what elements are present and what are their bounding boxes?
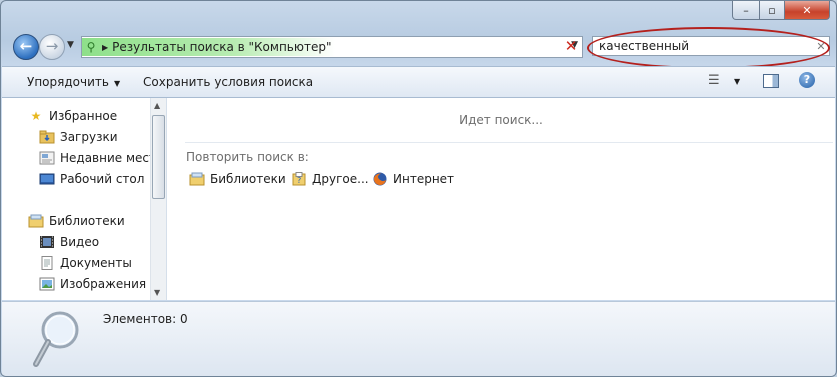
navigation-pane: ★ Избранное Загрузки Недавние места Рабо… (2, 98, 167, 300)
help-icon[interactable]: ? (799, 72, 815, 88)
sidebar-item-libraries[interactable]: Библиотеки (28, 212, 125, 230)
explorer-window: – ▫ ✕ ← → ▼ ⚲ ▶ Результаты поиска в "Ком… (0, 0, 837, 377)
organize-button[interactable]: Упорядочить ▼ (27, 75, 120, 89)
back-button[interactable]: ← (13, 34, 39, 60)
search-icon: ⚲ (86, 40, 96, 54)
scrollbar-thumb[interactable] (152, 115, 165, 199)
firefox-icon (372, 172, 388, 186)
sidebar-item-documents[interactable]: Документы (39, 254, 132, 272)
address-bar[interactable]: ⚲ ▶ Результаты поиска в "Компьютер" ▼ (81, 36, 583, 58)
search-status: Идет поиск... (459, 113, 543, 127)
video-icon (39, 235, 55, 249)
forward-button[interactable]: → (39, 34, 65, 60)
address-path[interactable]: Результаты поиска в "Компьютер" (112, 40, 331, 54)
results-pane: Идет поиск... Повторить поиск в: Библиот… (167, 98, 835, 300)
preview-pane-icon[interactable] (763, 74, 779, 88)
breadcrumb-arrow-icon[interactable]: ▶ (102, 43, 108, 52)
maximize-button[interactable]: ▫ (760, 1, 785, 20)
address-progress: ⚲ ▶ Результаты поиска в "Компьютер" (82, 38, 336, 56)
details-pane: Элементов: 0 (2, 301, 835, 376)
magnifier-icon (32, 310, 86, 370)
documents-icon (39, 256, 55, 270)
sidebar-item-label: Документы (60, 256, 132, 270)
repeat-search-label: Повторить поиск в: (186, 150, 309, 164)
sidebar-item-recent-places[interactable]: Недавние места (39, 149, 163, 167)
repeat-search-libraries[interactable]: Библиотеки (189, 172, 286, 186)
location-label: Библиотеки (210, 172, 286, 186)
location-label: Другое... (312, 172, 369, 186)
location-label: Интернет (393, 172, 455, 186)
downloads-folder-icon (39, 130, 55, 144)
back-arrow-icon: ← (19, 37, 33, 55)
sidebar-item-desktop[interactable]: Рабочий стол (39, 170, 144, 188)
sidebar-item-video[interactable]: Видео (39, 233, 99, 251)
search-input[interactable]: качественный ✕ (592, 36, 830, 56)
sidebar-item-label: Загрузки (60, 130, 118, 144)
sidebar-item-downloads[interactable]: Загрузки (39, 128, 118, 146)
sidebar-item-label: Недавние места (60, 151, 164, 165)
close-button[interactable]: ✕ (785, 1, 830, 20)
pictures-icon (39, 277, 55, 291)
command-bar: Упорядочить ▼ Сохранить условия поиска ☰ … (2, 66, 835, 98)
repeat-search-other[interactable]: ? Другое... (291, 172, 369, 186)
recent-places-icon (39, 151, 55, 165)
sidebar-item-label: Библиотеки (49, 214, 125, 228)
caption-buttons: – ▫ ✕ (732, 1, 830, 20)
scroll-up-icon[interactable]: ▲ (154, 101, 160, 110)
chevron-down-icon: ▼ (113, 79, 121, 88)
sidebar-item-label: Видео (60, 235, 100, 249)
libraries-icon (189, 172, 205, 186)
forward-arrow-icon: → (45, 37, 59, 55)
star-icon: ★ (30, 109, 42, 123)
sidebar-item-label: Избранное (49, 109, 118, 123)
view-options-dropdown-icon[interactable]: ▼ (734, 77, 740, 86)
other-folder-icon: ? (291, 172, 307, 186)
recent-pages-dropdown[interactable]: ▼ (67, 40, 74, 50)
minimize-button[interactable]: – (732, 1, 760, 20)
item-count: Элементов: 0 (103, 312, 188, 326)
svg-text:?: ? (297, 176, 301, 185)
sidebar-item-pictures[interactable]: Изображения (39, 275, 146, 293)
libraries-icon (28, 214, 44, 228)
save-search-button[interactable]: Сохранить условия поиска (143, 75, 313, 89)
organize-label: Упорядочить (27, 75, 109, 89)
navigation-row: ← → ▼ ⚲ ▶ Результаты поиска в "Компьютер… (9, 31, 831, 61)
sidebar-item-label: Рабочий стол (60, 172, 145, 186)
desktop-icon (39, 172, 55, 186)
scroll-down-icon[interactable]: ▼ (154, 288, 160, 297)
results-divider (185, 142, 833, 143)
sidebar-item-favorites[interactable]: ★ Избранное (28, 107, 118, 125)
sidebar-item-label: Изображения (60, 277, 147, 291)
stop-search-button[interactable]: ✕ (561, 36, 581, 56)
view-options-icon[interactable]: ☰ (708, 73, 720, 88)
search-input-value[interactable]: качественный (599, 39, 813, 53)
repeat-search-internet[interactable]: Интернет (372, 172, 454, 186)
clear-search-icon[interactable]: ✕ (813, 40, 829, 53)
sidebar-scrollbar[interactable]: ▲ ▼ (150, 98, 166, 300)
